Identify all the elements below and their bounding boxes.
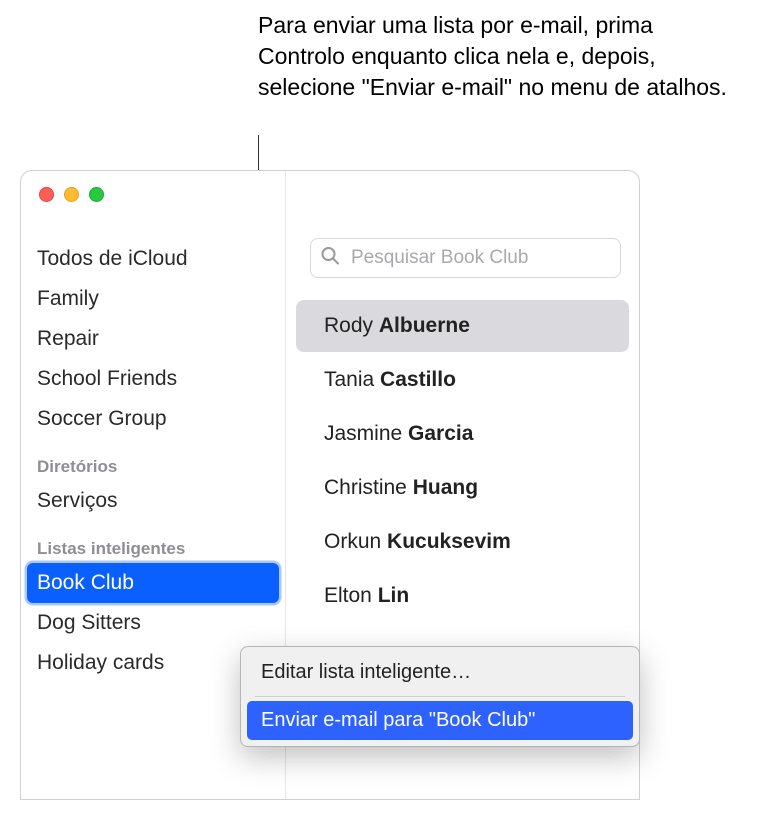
contact-first: Jasmine — [324, 422, 402, 445]
sidebar-item-family[interactable]: Family — [21, 279, 285, 319]
contact-first: Tania — [324, 368, 374, 391]
window-controls — [39, 187, 104, 202]
search-container — [310, 238, 621, 278]
sidebar-item-book-club[interactable]: Book Club — [27, 563, 279, 603]
sidebar-item-soccer-group[interactable]: Soccer Group — [21, 399, 285, 439]
context-menu: Editar lista inteligente… Enviar e-mail … — [240, 646, 640, 747]
contact-last: Garcia — [408, 422, 473, 445]
sidebar-item-school-friends[interactable]: School Friends — [21, 359, 285, 399]
contact-last: Albuerne — [379, 314, 470, 337]
minimize-button[interactable] — [64, 187, 79, 202]
contact-first: Orkun — [324, 530, 381, 553]
contact-first: Christine — [324, 476, 407, 499]
close-button[interactable] — [39, 187, 54, 202]
contact-last: Kucuksevim — [387, 530, 511, 553]
contact-row[interactable]: Jasmine Garcia — [296, 408, 629, 460]
sidebar-item-services[interactable]: Serviços — [21, 481, 285, 521]
contact-last: Lin — [378, 584, 410, 607]
contact-last: Huang — [413, 476, 478, 499]
contact-row[interactable]: Tania Castillo — [296, 354, 629, 406]
contact-row[interactable]: Elton Lin — [296, 570, 629, 622]
sidebar-item-all-icloud[interactable]: Todos de iCloud — [21, 239, 285, 279]
contact-row[interactable]: Rody Albuerne — [296, 300, 629, 352]
callout-text: Para enviar uma lista por e-mail, prima … — [258, 10, 738, 103]
contact-row[interactable]: Christine Huang — [296, 462, 629, 514]
contact-first: Elton — [324, 584, 372, 607]
search-icon — [320, 246, 340, 271]
contact-last: Castillo — [380, 368, 456, 391]
menu-item-edit-smart-list[interactable]: Editar lista inteligente… — [247, 653, 633, 692]
menu-separator — [255, 696, 625, 697]
contact-first: Rody — [324, 314, 373, 337]
search-input[interactable] — [310, 238, 621, 278]
sidebar-item-dog-sitters[interactable]: Dog Sitters — [21, 603, 285, 643]
zoom-button[interactable] — [89, 187, 104, 202]
sidebar-header-smart-lists: Listas inteligentes — [21, 521, 285, 563]
sidebar-header-directories: Diretórios — [21, 439, 285, 481]
menu-item-send-email[interactable]: Enviar e-mail para "Book Club" — [247, 701, 633, 740]
contact-row[interactable]: Orkun Kucuksevim — [296, 516, 629, 568]
sidebar-item-repair[interactable]: Repair — [21, 319, 285, 359]
